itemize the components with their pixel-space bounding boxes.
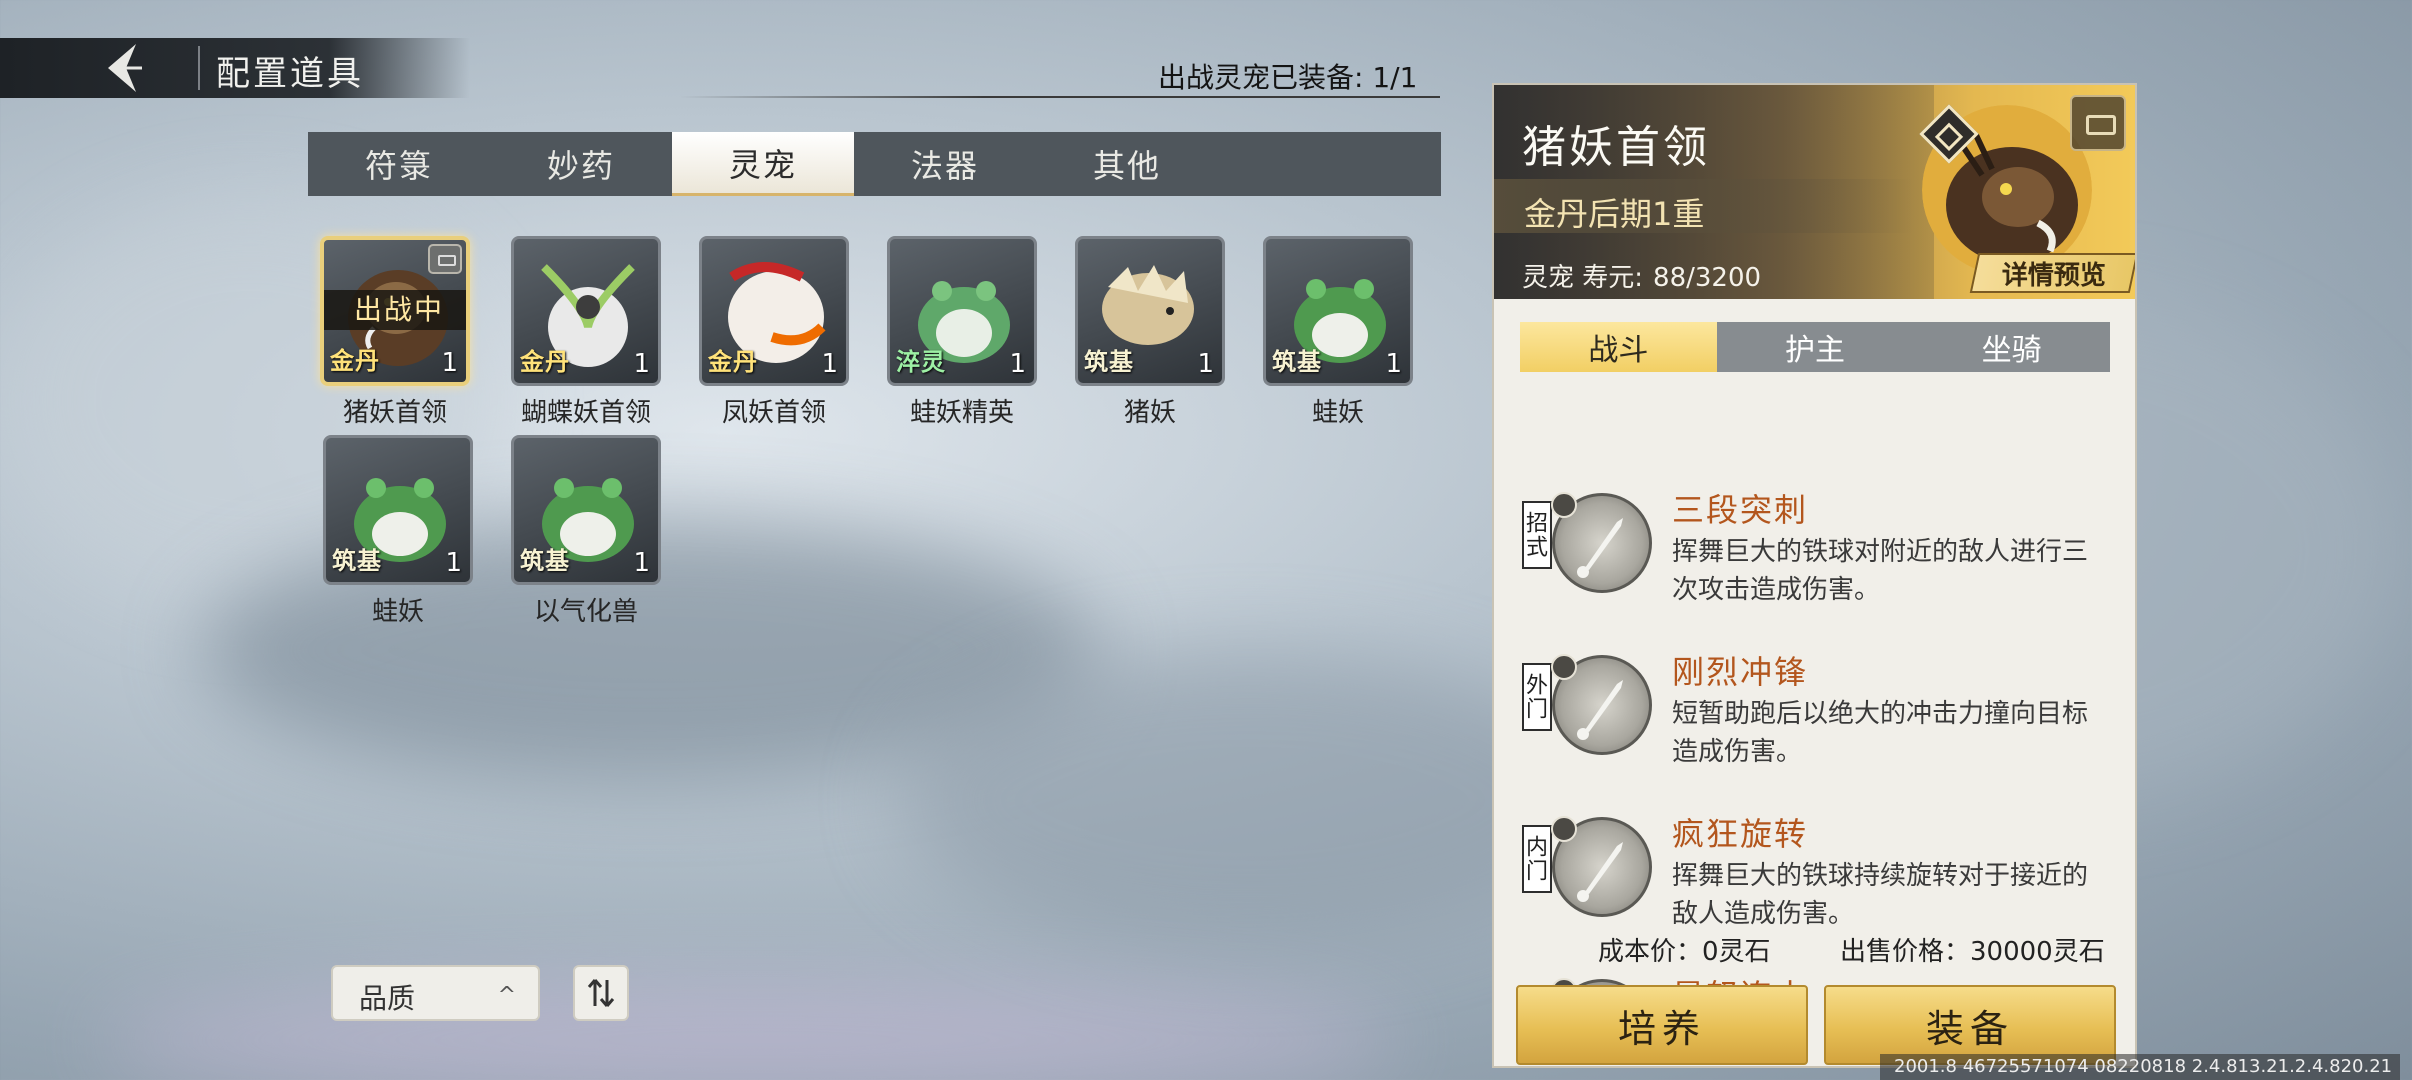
tab-miaoyao[interactable]: 妙药 xyxy=(490,132,672,196)
pet-card[interactable]: 金丹 1 xyxy=(511,236,661,386)
weapon-skill-icon xyxy=(1551,654,1652,755)
pet-name: 凤妖首领 xyxy=(721,398,826,428)
pet-card[interactable]: 筑基 1 xyxy=(1075,236,1225,386)
back-button[interactable] xyxy=(96,38,146,98)
detail-preview-label: 详情预览 xyxy=(2001,260,2106,291)
lifespan-label: 灵宠 寿元: xyxy=(1522,263,1644,293)
rank-badge: 筑基 xyxy=(332,547,382,575)
tab-battle[interactable]: 战斗 xyxy=(1520,322,1717,372)
pet-lifespan: 灵宠 寿元: 88/3200 xyxy=(1522,257,1761,294)
tab-fulu[interactable]: 符箓 xyxy=(308,132,490,196)
item-count: 1 xyxy=(1197,349,1214,379)
equip-status: 出战灵宠已装备: 1/1 xyxy=(1158,61,1418,94)
pet-name: 蛙妖 xyxy=(1311,398,1364,428)
pet-name: 蛙妖精英 xyxy=(909,398,1014,428)
pet-slot[interactable]: 筑基 1 蛙妖 xyxy=(1263,236,1413,429)
weapon-skill-icon xyxy=(1551,816,1652,917)
rank-badge: 金丹 xyxy=(330,347,380,375)
quality-label: 品质 xyxy=(359,982,416,1015)
category-tabs: 符箓 妙药 灵宠 法器 其他 xyxy=(308,132,1441,196)
detail-sub-tabs: 战斗 护主 坐骑 xyxy=(1520,322,2110,372)
pet-name: 蝴蝶妖首领 xyxy=(520,398,651,428)
pet-card[interactable]: 筑基 1 xyxy=(323,435,473,585)
chevron-up-icon: ^ xyxy=(497,983,516,1008)
skill-type: 内门 xyxy=(1522,825,1552,893)
rank-badge: 筑基 xyxy=(1272,348,1322,376)
back-arrow-icon xyxy=(108,44,142,92)
pet-card[interactable]: 筑基 1 xyxy=(1263,236,1413,386)
skill-list[interactable]: 招式 三段突刺 挥舞巨大的铁球对附近的敌人进行三次攻击造成伤害。 外门 刚烈冲锋… xyxy=(1494,385,2135,1007)
skill-type: 外门 xyxy=(1522,663,1552,731)
item-count: 1 xyxy=(1385,349,1402,379)
tab-mount[interactable]: 坐骑 xyxy=(1913,322,2110,372)
tab-faqi[interactable]: 法器 xyxy=(854,132,1036,196)
rank-badge: 筑基 xyxy=(1084,348,1134,376)
pet-slot[interactable]: 金丹 1 凤妖首领 xyxy=(699,236,849,429)
header-divider xyxy=(198,46,200,90)
pet-detail-header: 猪妖首领 金丹后期1重 灵宠 寿元: 88/3200 详情预览 xyxy=(1494,85,2135,299)
skill-name: 刚烈冲锋 xyxy=(1672,653,1809,691)
skill-item[interactable]: 招式 三段突刺 挥舞巨大的铁球对附近的敌人进行三次攻击造成伤害。 xyxy=(1494,485,2135,645)
pet-card[interactable]: 金丹 1 xyxy=(699,236,849,386)
page-title: 配置道具 xyxy=(216,54,364,94)
equip-button[interactable]: 装备 xyxy=(1824,985,2116,1065)
tab-guard[interactable]: 护主 xyxy=(1717,322,1914,372)
sort-arrows-icon xyxy=(587,979,615,1007)
item-count: 1 xyxy=(441,348,458,378)
lifespan-value: 88/3200 xyxy=(1653,263,1762,293)
divider xyxy=(680,96,1440,98)
rank-badge: 筑基 xyxy=(520,547,570,575)
weapon-skill-icon xyxy=(1551,492,1652,593)
skill-name: 三段突刺 xyxy=(1672,491,1809,529)
price-row: 成本价：0灵石 出售价格：30000灵石 xyxy=(1494,931,2135,975)
skill-description: 短暂助跑后以绝大的冲击力撞向目标造成伤害。 xyxy=(1672,699,2089,767)
skill-description: 挥舞巨大的铁球持续旋转对于接近的敌人造成伤害。 xyxy=(1672,861,2089,929)
pet-name: 猪妖首领 xyxy=(342,398,447,428)
tab-qita[interactable]: 其他 xyxy=(1036,132,1218,196)
pet-slot[interactable]: 筑基 1 蛙妖 xyxy=(323,435,473,628)
item-count: 1 xyxy=(821,349,838,379)
item-count: 1 xyxy=(633,349,650,379)
skill-name: 疯狂旋转 xyxy=(1672,815,1809,853)
pet-name: 蛙妖 xyxy=(371,597,424,627)
pet-slot[interactable]: 金丹 1 蝴蝶妖首领 xyxy=(511,236,661,429)
item-count: 1 xyxy=(445,548,462,578)
pet-detail-panel: 猪妖首领 金丹后期1重 灵宠 寿元: 88/3200 详情预览 战斗 护主 坐骑 … xyxy=(1492,83,2137,1068)
skill-description: 挥舞巨大的铁球对附近的敌人进行三次攻击造成伤害。 xyxy=(1672,537,2089,605)
detail-preview-button[interactable]: 详情预览 xyxy=(1969,253,2135,293)
pet-slot[interactable]: 淬灵 1 蛙妖精英 xyxy=(887,236,1037,429)
lock-icon[interactable] xyxy=(428,244,462,274)
rank-badge: 金丹 xyxy=(708,348,758,376)
rank-badge: 金丹 xyxy=(520,348,570,376)
skill-type: 招式 xyxy=(1522,501,1552,569)
pet-slot[interactable]: 筑基 1 以气化兽 xyxy=(511,435,661,628)
pet-slot[interactable]: 筑基 1 猪妖 xyxy=(1075,236,1225,429)
cost-price: 成本价：0灵石 xyxy=(1598,937,1771,967)
pet-detail-name: 猪妖首领 xyxy=(1522,122,1710,173)
pet-card[interactable]: 淬灵 1 xyxy=(887,236,1037,386)
pet-name: 猪妖 xyxy=(1123,398,1176,428)
quality-sort-dropdown[interactable]: 品质 ^ xyxy=(331,965,540,1021)
pet-card[interactable]: 筑基 1 xyxy=(511,435,661,585)
deployed-badge: 出战中 xyxy=(324,290,466,330)
item-count: 1 xyxy=(1009,349,1026,379)
tab-lingchong[interactable]: 灵宠 xyxy=(672,132,854,196)
pet-slot[interactable]: 出战中 金丹 1 猪妖首领 xyxy=(320,236,470,429)
item-count: 1 xyxy=(633,548,650,578)
rank-badge: 淬灵 xyxy=(896,348,946,376)
sell-price: 出售价格：30000灵石 xyxy=(1840,937,2105,967)
train-button[interactable]: 培养 xyxy=(1516,985,1808,1065)
skill-item[interactable]: 外门 刚烈冲锋 短暂助跑后以绝大的冲击力撞向目标造成伤害。 xyxy=(1494,647,2135,807)
lock-icon[interactable] xyxy=(2070,95,2126,151)
pet-card[interactable]: 出战中 金丹 1 xyxy=(320,236,470,386)
sort-order-button[interactable] xyxy=(573,965,629,1021)
version-string: 2001.8 46725571074 08220818 2.4.813.21.2… xyxy=(1880,1054,2400,1080)
pet-name: 以气化兽 xyxy=(533,597,638,627)
pet-realm: 金丹后期1重 xyxy=(1524,195,1705,233)
